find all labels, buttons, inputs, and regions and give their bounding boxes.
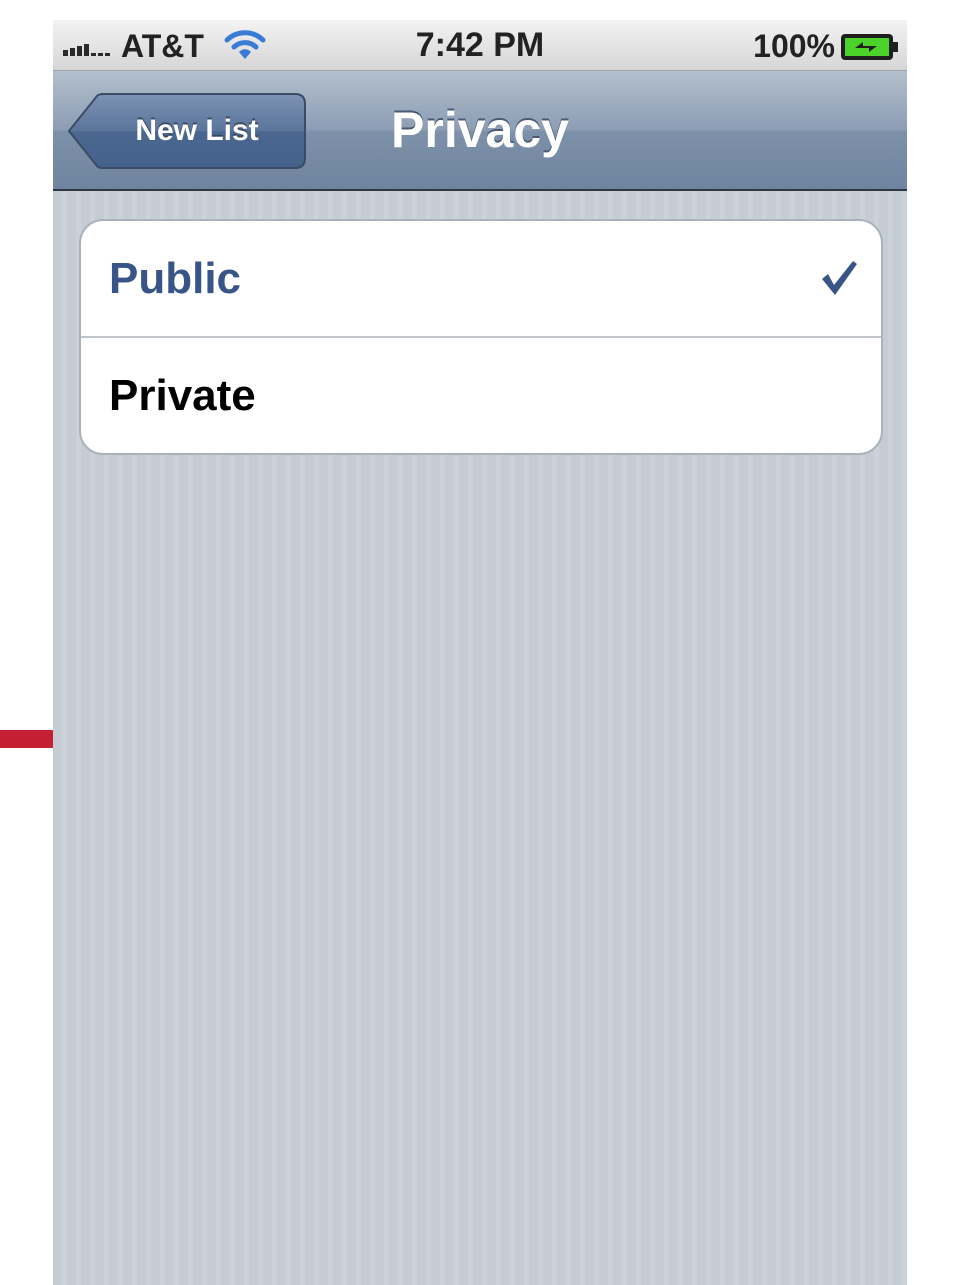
privacy-option-label: Private [109,371,256,420]
privacy-option-private[interactable]: Private [81,338,881,453]
back-button-label: New List [135,114,259,147]
phone-screen: AT&T 7:42 PM 100% New List Privacy Publi… [53,20,907,1285]
privacy-options-list: Public Private [79,219,883,455]
page-title: Privacy [391,102,569,158]
navigation-bar: New List Privacy [53,71,907,191]
battery-percent: 100% [753,28,835,64]
privacy-option-public[interactable]: Public [81,221,881,338]
status-bar: AT&T 7:42 PM 100% [53,20,907,71]
back-button[interactable]: New List [67,93,307,169]
red-edge-marker [0,730,56,748]
checkmark-icon [822,261,857,295]
battery-charging-icon [841,34,898,60]
privacy-option-label: Public [109,254,242,303]
